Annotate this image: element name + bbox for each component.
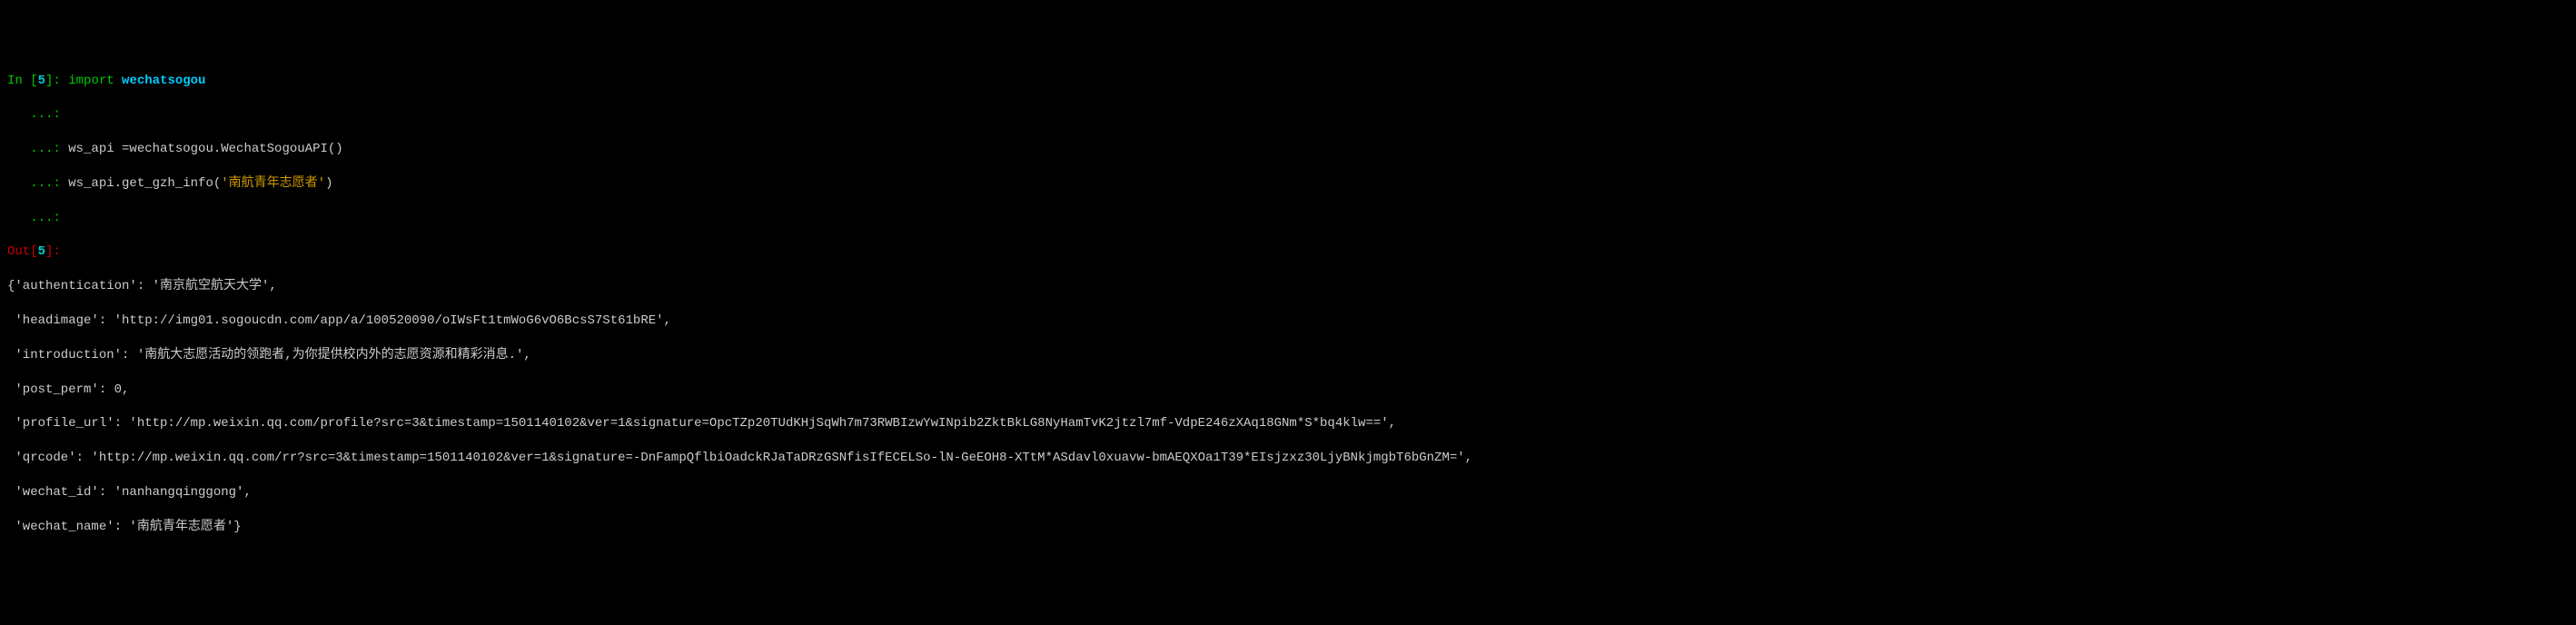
output-line: 'introduction': '南航大志愿活动的领跑者,为你提供校内外的志愿资… <box>0 347 2576 364</box>
out-prompt: Out[5]: <box>7 244 61 259</box>
code-statement: ws_api =wechatsogou.WechatSogouAPI() <box>68 142 342 156</box>
continuation-prompt: ...: <box>7 107 68 122</box>
code-line-1: In [5]: import wechatsogou <box>0 73 2576 90</box>
code-statement: ws_api.get_gzh_info( <box>68 176 221 191</box>
import-keyword: import <box>68 74 122 88</box>
continuation-prompt: ...: <box>7 211 68 225</box>
out-prompt-line: Out[5]: <box>0 243 2576 261</box>
output-line: 'wechat_id': 'nanhangqinggong', <box>0 484 2576 501</box>
output-line: 'headimage': 'http://img01.sogoucdn.com/… <box>0 312 2576 330</box>
output-line: 'post_perm': 0, <box>0 382 2576 399</box>
module-name: wechatsogou <box>122 74 205 88</box>
output-line: 'profile_url': 'http://mp.weixin.qq.com/… <box>0 415 2576 432</box>
code-line-5: ...: <box>0 210 2576 227</box>
continuation-prompt: ...: <box>7 176 68 191</box>
string-literal: '南航青年志愿者' <box>221 176 325 191</box>
code-line-4: ...: ws_api.get_gzh_info('南航青年志愿者') <box>0 175 2576 193</box>
code-line-3: ...: ws_api =wechatsogou.WechatSogouAPI(… <box>0 141 2576 158</box>
continuation-prompt: ...: <box>7 142 68 156</box>
output-line: 'qrcode': 'http://mp.weixin.qq.com/rr?sr… <box>0 450 2576 467</box>
in-prompt: In [5]: <box>7 74 68 88</box>
output-line: {'authentication': '南京航空航天大学', <box>0 278 2576 295</box>
output-line: 'wechat_name': '南航青年志愿者'} <box>0 519 2576 536</box>
code-line-2: ...: <box>0 106 2576 124</box>
